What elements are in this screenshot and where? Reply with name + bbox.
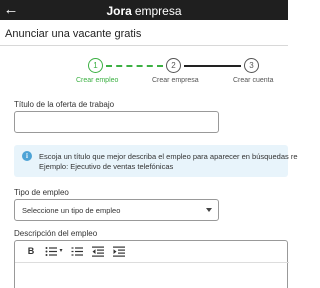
job-type-label: Tipo de empleo bbox=[14, 188, 69, 197]
job-type-select[interactable]: Seleccione un tipo de empleo bbox=[14, 199, 219, 221]
info-hint-example: Ejemplo: Ejecutivo de ventas telefónicas bbox=[39, 162, 174, 171]
page-title: Anunciar una vacante gratis bbox=[5, 28, 142, 40]
description-editor[interactable]: B ▾ bbox=[14, 240, 289, 288]
job-type-selected: Seleccione un tipo de empleo bbox=[22, 206, 121, 215]
step-3-label: Crear cuenta bbox=[233, 77, 274, 84]
step-connector-1 bbox=[106, 65, 163, 67]
info-hint-text: Escoja un título que mejor describa el e… bbox=[39, 152, 298, 161]
logo-text: Jora bbox=[106, 4, 132, 18]
numbered-list-icon[interactable] bbox=[71, 246, 83, 257]
top-bar: ← Jora empresa bbox=[0, 0, 288, 20]
step-connector-2 bbox=[184, 65, 241, 67]
bold-button[interactable]: B bbox=[26, 246, 36, 257]
brand-logo: Jora empresa bbox=[0, 2, 288, 20]
step-3-circle: 3 bbox=[244, 58, 259, 73]
job-title-label: Título de la oferta de trabajo bbox=[14, 100, 115, 109]
header-divider bbox=[0, 45, 288, 46]
description-label: Descripción del empleo bbox=[14, 229, 98, 238]
bulleted-list-icon[interactable] bbox=[45, 246, 57, 257]
editor-toolbar: B ▾ bbox=[15, 241, 289, 263]
step-2-circle: 2 bbox=[166, 58, 181, 73]
chevron-down-icon[interactable]: ▾ bbox=[58, 246, 64, 257]
info-hint-box: i Escoja un título que mejor describa el… bbox=[14, 145, 298, 177]
job-title-input[interactable] bbox=[14, 111, 219, 133]
info-icon: i bbox=[22, 151, 32, 161]
outdent-icon[interactable] bbox=[92, 246, 104, 257]
step-1-circle: 1 bbox=[88, 58, 103, 73]
logo-suffix: empresa bbox=[134, 4, 182, 18]
chevron-down-icon bbox=[206, 208, 212, 212]
indent-icon[interactable] bbox=[113, 246, 125, 257]
step-2-label: Crear empresa bbox=[152, 77, 199, 84]
step-1-label: Crear empleo bbox=[76, 77, 119, 84]
